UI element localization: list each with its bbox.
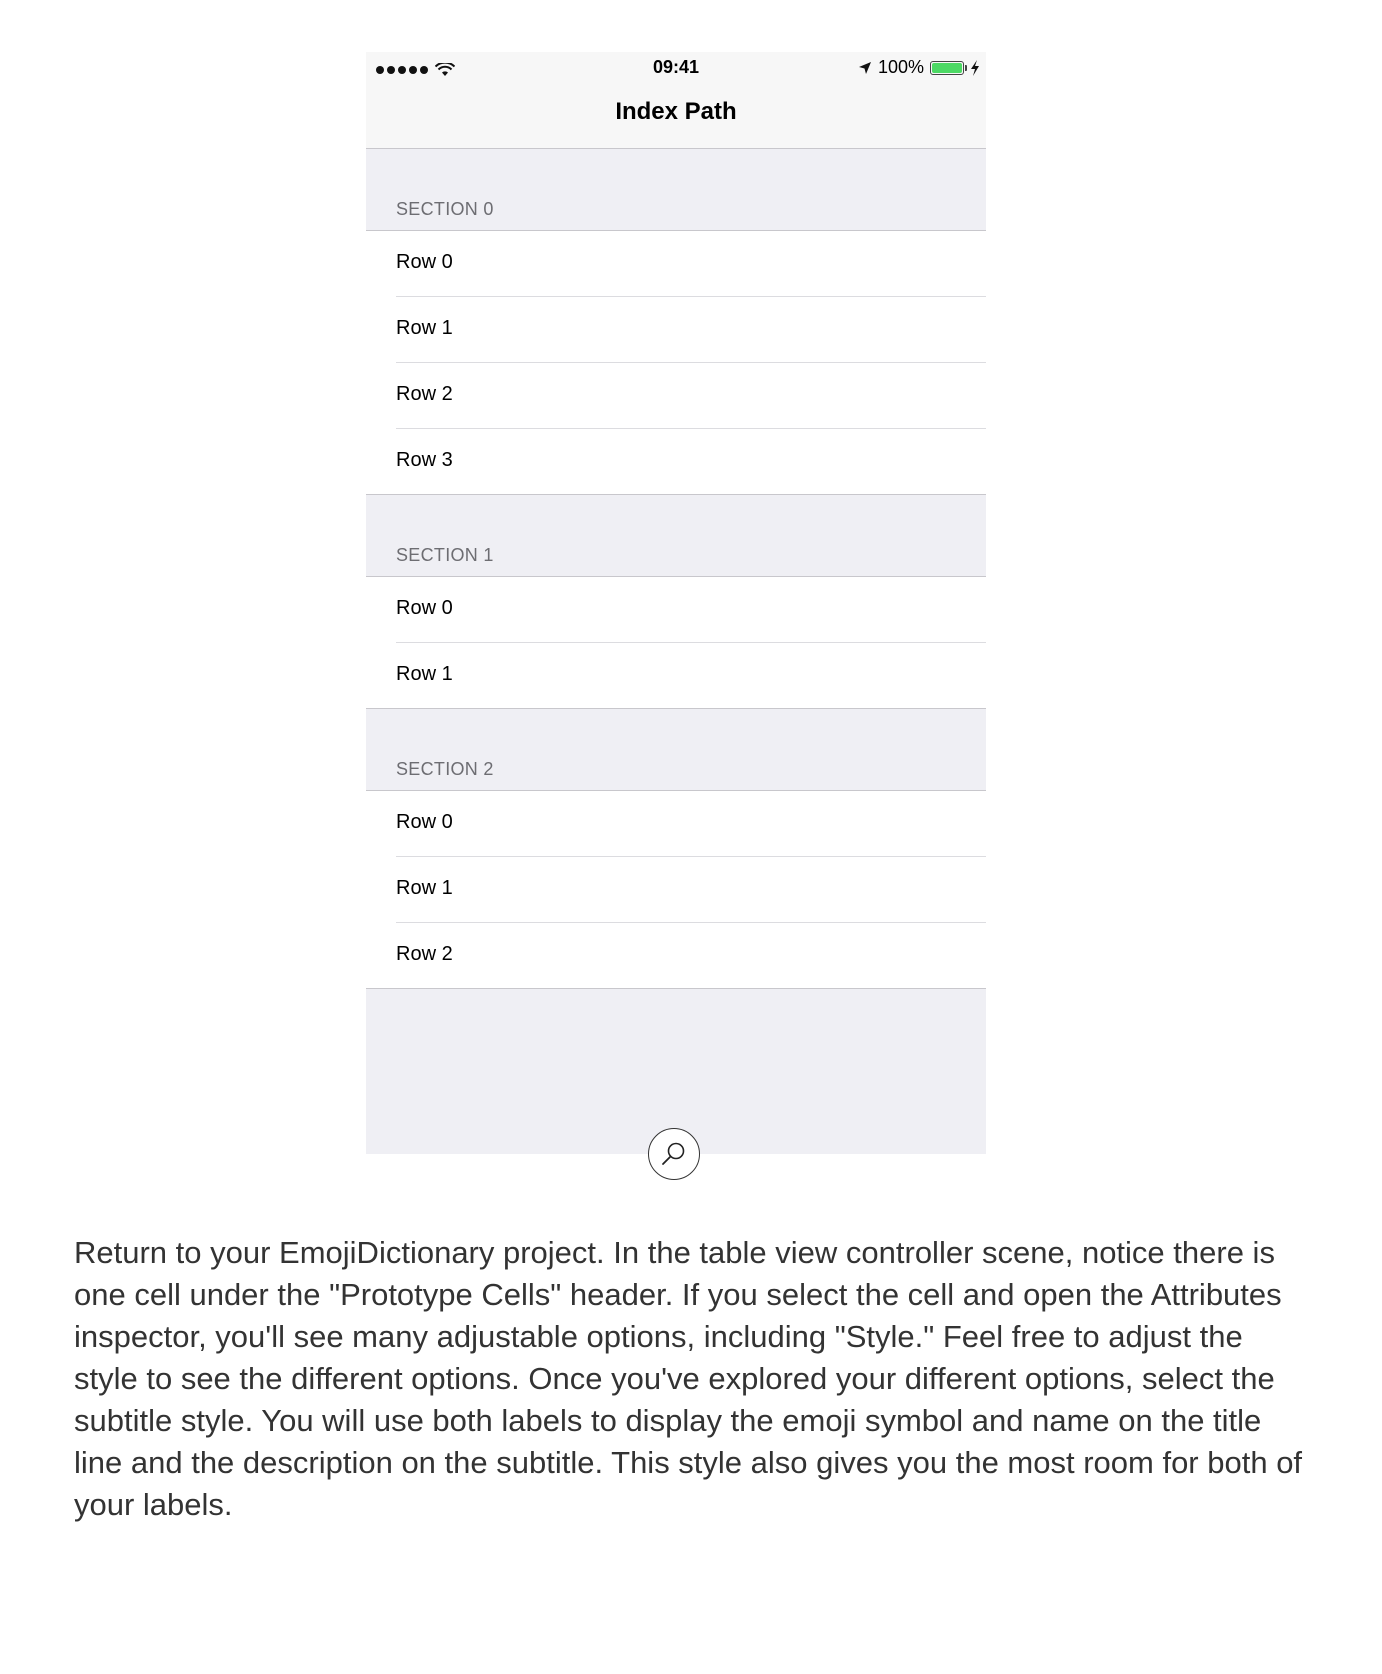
magnifier-icon — [662, 1142, 685, 1165]
row-label: Row 1 — [396, 317, 453, 339]
section-header-label: SECTION 1 — [396, 545, 494, 565]
nav-title: Index Path — [615, 98, 737, 125]
phone-screenshot: 09:41 100% Index Path SECTION 0 Row 0 Ro — [366, 52, 986, 1154]
table-view: SECTION 0 Row 0 Row 1 Row 2 Row 3 SECTIO… — [366, 149, 986, 989]
section-header-label: SECTION 0 — [396, 199, 494, 219]
table-row[interactable]: Row 2 — [366, 923, 986, 989]
zoom-button[interactable] — [648, 1128, 700, 1180]
table-row[interactable]: Row 0 — [366, 577, 986, 643]
table-row[interactable]: Row 0 — [366, 231, 986, 297]
section-header: SECTION 2 — [366, 709, 986, 791]
row-label: Row 1 — [396, 663, 453, 685]
charging-bolt-icon — [971, 59, 979, 76]
table-row[interactable]: Row 1 — [366, 297, 986, 363]
location-arrow-icon — [858, 61, 871, 74]
row-label: Row 2 — [396, 383, 453, 405]
table-row[interactable]: Row 1 — [366, 857, 986, 923]
instruction-paragraph: Return to your EmojiDictionary project. … — [74, 1235, 1303, 1522]
battery-percentage: 100% — [877, 57, 924, 77]
table-row[interactable]: Row 0 — [366, 791, 986, 857]
table-row[interactable]: Row 3 — [366, 429, 986, 495]
table-row[interactable]: Row 1 — [366, 643, 986, 709]
table-row[interactable]: Row 2 — [366, 363, 986, 429]
battery-icon — [930, 60, 967, 75]
row-label: Row 1 — [396, 877, 453, 899]
navigation-bar: 09:41 100% Index Path — [366, 52, 986, 149]
section-header: SECTION 0 — [366, 149, 986, 231]
section-header-label: SECTION 2 — [396, 759, 494, 779]
status-right-group: 100% — [858, 57, 980, 78]
section-header: SECTION 1 — [366, 495, 986, 577]
row-label: Row 3 — [396, 449, 453, 471]
row-label: Row 0 — [396, 811, 453, 833]
row-label: Row 2 — [396, 943, 453, 965]
status-bar: 09:41 100% — [366, 52, 986, 86]
row-label: Row 0 — [396, 251, 453, 273]
row-label: Row 0 — [396, 597, 453, 619]
